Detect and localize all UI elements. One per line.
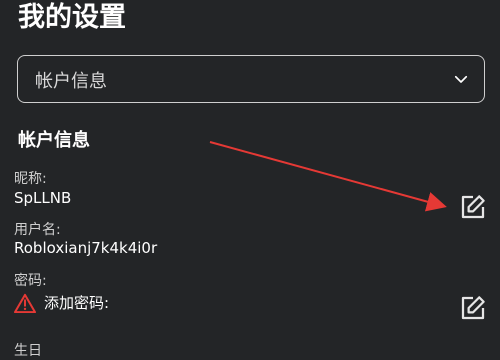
edit-password-icon[interactable]	[458, 293, 488, 323]
username-label: 用户名:	[14, 222, 61, 238]
username-value: Robloxianj7k4k4i0r	[14, 239, 158, 257]
birthday-label: 生日	[14, 343, 42, 359]
edit-icon[interactable]	[458, 192, 488, 222]
page-title: 我的设置	[18, 2, 126, 33]
section-title: 帐户信息	[18, 130, 90, 151]
add-password-label: 添加密码:	[44, 294, 110, 312]
password-label: 密码:	[14, 273, 47, 289]
section-dropdown-value: 帐户信息	[35, 71, 107, 92]
nickname-label: 昵称:	[14, 171, 47, 187]
section-dropdown[interactable]: 帐户信息	[17, 55, 485, 103]
nickname-value: SpLLNB	[14, 189, 72, 207]
chevron-down-icon	[454, 75, 468, 83]
warning-icon	[14, 293, 36, 313]
add-password-row[interactable]: 添加密码:	[14, 292, 109, 313]
